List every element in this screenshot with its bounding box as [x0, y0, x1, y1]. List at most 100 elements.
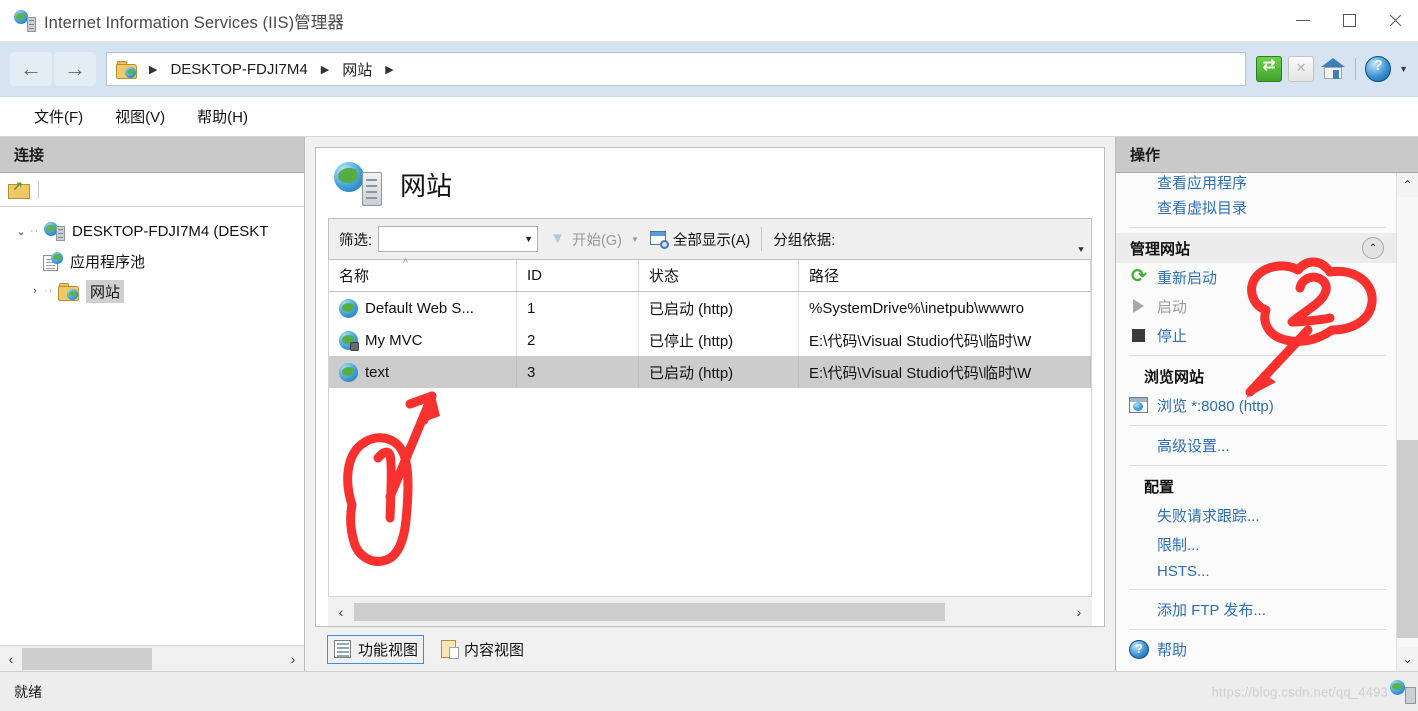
- table-row-selected[interactable]: text 3 已启动 (http) E:\代码\Visual Studio代码\…: [329, 356, 1091, 388]
- content-view-icon: [439, 639, 460, 659]
- refresh-icon[interactable]: [1256, 55, 1283, 82]
- action-advanced-settings[interactable]: 高级设置...: [1116, 431, 1396, 460]
- grid-hscrollbar[interactable]: ‹ ›: [328, 596, 1092, 626]
- table-row[interactable]: Default Web S... 1 已启动 (http) %SystemDri…: [329, 292, 1091, 324]
- tree-line: ··: [30, 225, 40, 237]
- divider: [1129, 629, 1386, 630]
- tree-node-server[interactable]: ⌄ ·· DESKTOP-FDJI7M4 (DESKT: [0, 216, 304, 246]
- actions-header: 操作: [1116, 137, 1418, 173]
- toolbar-divider: [38, 180, 39, 199]
- tree-node-app-pools[interactable]: 应用程序池: [0, 246, 304, 276]
- action-view-virtual-directories[interactable]: 查看虚拟目录: [1116, 193, 1396, 222]
- server-globe-icon: [44, 221, 65, 241]
- filter-start-button[interactable]: 开始(G) ▼: [548, 229, 639, 250]
- sites-folder-icon: [116, 60, 137, 79]
- status-bar: 就绪 https://blog.csdn.net/qq_4493: [0, 671, 1418, 711]
- filter-input[interactable]: ▼: [378, 226, 539, 252]
- site-globe-icon: [339, 298, 358, 318]
- hscroll-thumb[interactable]: [22, 647, 152, 670]
- actions-vscrollbar[interactable]: ⌃ ⌄: [1396, 173, 1418, 671]
- breadcrumb-separator-2: ▶: [385, 63, 394, 76]
- breadcrumb-item-sites[interactable]: 网站: [336, 56, 378, 83]
- status-text: 就绪: [14, 683, 42, 700]
- grid-hscroll-track[interactable]: [354, 602, 1066, 621]
- window-controls: [1280, 0, 1418, 42]
- cell-name: My MVC: [329, 324, 517, 356]
- action-help[interactable]: 帮助: [1116, 635, 1396, 664]
- vscroll-thumb[interactable]: [1397, 440, 1418, 638]
- scroll-right-icon[interactable]: ›: [1066, 604, 1092, 620]
- action-hsts[interactable]: HSTS...: [1116, 559, 1396, 584]
- content-panel: 网站 筛选: ▼ 开始(G) ▼: [305, 137, 1115, 671]
- chevron-down-icon[interactable]: ▼: [631, 235, 639, 244]
- minimize-button[interactable]: [1280, 0, 1326, 42]
- actions-list: 查看应用程序 查看虚拟目录 管理网站 ⌃ 重新启动 启动: [1116, 173, 1396, 671]
- tab-content-view[interactable]: 内容视图: [433, 635, 530, 664]
- chevron-down-icon[interactable]: ⌄: [12, 225, 30, 238]
- site-name-label: Default Web S...: [365, 299, 474, 317]
- column-header-name[interactable]: 名称 ^: [329, 257, 517, 291]
- vscroll-track[interactable]: [1397, 197, 1418, 647]
- sort-ascending-icon: ^: [403, 257, 409, 269]
- tree-label-sites: 网站: [86, 279, 125, 303]
- tree-label-server: DESKTOP-FDJI7M4 (DESKT: [72, 222, 269, 240]
- tree-label-app-pools: 应用程序池: [70, 253, 146, 271]
- column-header-id[interactable]: ID: [517, 260, 639, 291]
- connections-hscrollbar[interactable]: ‹ ›: [0, 645, 304, 671]
- close-button[interactable]: [1372, 0, 1418, 42]
- maximize-button[interactable]: [1326, 0, 1372, 42]
- feature-view-icon: [333, 639, 353, 659]
- menu-view[interactable]: 视图(V): [103, 101, 177, 132]
- tree-node-sites[interactable]: › ·· 网站: [0, 276, 304, 306]
- collapse-chevron-up-icon[interactable]: ⌃: [1362, 237, 1384, 259]
- menu-file[interactable]: 文件(F): [22, 101, 95, 132]
- chevron-down-icon[interactable]: ▼: [524, 234, 533, 244]
- help-icon[interactable]: [1365, 56, 1392, 82]
- hscroll-track[interactable]: [22, 646, 282, 671]
- breadcrumb-item-server[interactable]: DESKTOP-FDJI7M4: [164, 58, 313, 81]
- action-stop[interactable]: 停止: [1116, 321, 1396, 350]
- action-view-applications[interactable]: 查看应用程序: [1116, 173, 1396, 193]
- home-icon[interactable]: [1320, 56, 1346, 82]
- breadcrumb[interactable]: ▶ DESKTOP-FDJI7M4 ▶ 网站 ▶: [106, 52, 1247, 86]
- filter-funnel-icon: [548, 230, 567, 248]
- grid-header-row: 名称 ^ ID 状态 路径: [329, 257, 1091, 292]
- back-arrow-icon[interactable]: ←: [10, 52, 52, 86]
- action-restart[interactable]: 重新启动: [1116, 263, 1396, 292]
- navigation-buttons: ← →: [10, 52, 96, 86]
- action-label: 帮助: [1157, 642, 1188, 659]
- action-limits[interactable]: 限制...: [1116, 530, 1396, 559]
- table-row[interactable]: My MVC 2 已停止 (http) E:\代码\Visual Studio代…: [329, 324, 1091, 356]
- iis-server-icon: [14, 9, 36, 32]
- action-add-ftp-publishing[interactable]: 添加 FTP 发布...: [1116, 595, 1396, 624]
- forward-arrow-icon[interactable]: →: [54, 52, 96, 86]
- column-header-state[interactable]: 状态: [639, 260, 799, 291]
- sites-grid: 名称 ^ ID 状态 路径 Default Web S... 1 已启动 (ht…: [328, 257, 1092, 596]
- scroll-up-icon[interactable]: ⌃: [1397, 173, 1418, 197]
- filter-label: 筛选:: [339, 232, 373, 249]
- help-dropdown-caret[interactable]: ▼: [1399, 64, 1408, 74]
- scroll-left-icon[interactable]: ‹: [0, 647, 22, 671]
- chevron-right-icon[interactable]: ›: [26, 285, 44, 297]
- action-label: 启动: [1157, 299, 1188, 316]
- action-failed-request-tracing[interactable]: 失败请求跟踪...: [1116, 501, 1396, 530]
- connections-header: 连接: [0, 137, 304, 173]
- connect-folder-icon[interactable]: [8, 179, 32, 200]
- menu-help[interactable]: 帮助(H): [185, 101, 260, 132]
- show-all-label: 全部显示(A): [672, 232, 751, 249]
- page-title: 网站: [400, 170, 453, 201]
- scroll-down-icon[interactable]: ⌄: [1397, 647, 1418, 671]
- action-browse-8080[interactable]: 浏览 *:8080 (http): [1116, 391, 1396, 420]
- actions-section-configure: 配置: [1144, 479, 1175, 496]
- show-all-button[interactable]: 全部显示(A): [649, 229, 750, 250]
- scroll-right-icon[interactable]: ›: [282, 647, 304, 671]
- tab-feature-view[interactable]: 功能视图: [327, 634, 425, 664]
- address-toolbar: ▼: [1256, 55, 1408, 82]
- filter-expand-caret[interactable]: ⯆: [1073, 219, 1089, 259]
- divider: [1129, 425, 1386, 426]
- app-pool-icon: [42, 251, 63, 271]
- scroll-left-icon[interactable]: ‹: [328, 604, 354, 620]
- column-header-path[interactable]: 路径: [799, 260, 1091, 291]
- breadcrumb-separator-0: ▶: [149, 63, 158, 76]
- grid-hscroll-thumb[interactable]: [354, 602, 945, 621]
